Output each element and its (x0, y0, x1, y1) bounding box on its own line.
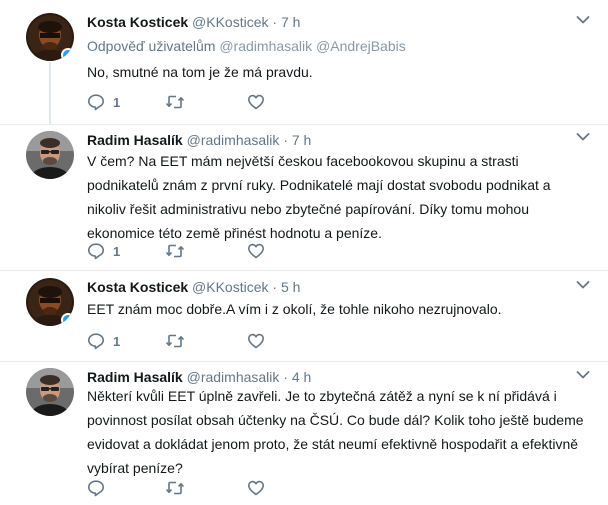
timestamp[interactable]: 5 h (281, 279, 300, 295)
like-button[interactable] (247, 331, 265, 351)
tweet[interactable]: Kosta Kosticek @KKosticek · 5 h EET znám… (0, 271, 608, 362)
reply-button[interactable] (87, 478, 113, 498)
replying-to-label: Odpověď uživatelům (87, 38, 216, 54)
heart-icon (248, 94, 264, 110)
timestamp[interactable]: 7 h (281, 14, 300, 30)
like-button[interactable] (247, 241, 265, 261)
retweet-icon (165, 95, 185, 109)
replying-to: Odpověď uživatelům @radimhasalik @Andrej… (87, 38, 406, 54)
heart-icon (248, 333, 264, 349)
tweet-text: EET znám moc dobře.A vím i z okolí, že t… (87, 301, 502, 317)
tweet-actions (87, 478, 287, 498)
reply-icon (88, 480, 104, 497)
chevron-down-icon[interactable] (576, 370, 590, 380)
retweet-icon (165, 481, 185, 495)
retweet-button[interactable] (165, 478, 185, 498)
reply-button[interactable]: 1 (87, 331, 120, 351)
reply-count: 1 (113, 333, 121, 349)
tweet-header: Radim Hasalík @radimhasalik · 7 h (87, 131, 311, 149)
tweet-actions: 1 (87, 331, 287, 351)
separator-dot: · (283, 132, 288, 148)
tweet[interactable]: Kosta Kosticek @KKosticek · 7 h Odpověď … (0, 0, 608, 124)
reply-icon (88, 333, 104, 350)
tweet-text: No, smutné na tom je že má pravdu. (87, 64, 313, 80)
retweet-icon (165, 334, 185, 348)
tweet-header: Kosta Kosticek @KKosticek · 7 h (87, 13, 300, 31)
tweet[interactable]: Radim Hasalík @radimhasalik · 4 h Někter… (0, 362, 608, 505)
display-name[interactable]: Kosta Kosticek (87, 279, 188, 295)
verified-badge-icon (61, 48, 74, 61)
reply-count: 1 (113, 94, 121, 110)
tweet-text: Některí kvůli EET úplně zavřeli. Je to z… (87, 388, 584, 476)
retweet-button[interactable] (165, 331, 185, 351)
radim-avatar-icon (26, 368, 74, 416)
heart-icon (248, 243, 264, 259)
reply-icon (88, 243, 104, 260)
retweet-icon (165, 244, 185, 258)
heart-icon (248, 480, 264, 496)
reply-button[interactable]: 1 (87, 92, 120, 112)
user-handle[interactable]: @KKosticek (192, 14, 268, 30)
radim-avatar-icon (26, 131, 74, 179)
timestamp[interactable]: 7 h (292, 132, 311, 148)
chevron-down-icon[interactable] (576, 15, 590, 25)
user-handle[interactable]: @radimhasalik (187, 132, 280, 148)
display-name[interactable]: Radim Hasalík (87, 369, 183, 385)
avatar[interactable] (26, 278, 74, 326)
reply-icon (88, 94, 104, 111)
chevron-down-icon[interactable] (576, 280, 590, 290)
separator-dot: · (283, 369, 288, 385)
reply-button[interactable]: 1 (87, 241, 120, 261)
separator-dot: · (272, 279, 278, 295)
reply-count: 1 (113, 243, 121, 259)
mention-links[interactable]: @radimhasalik @AndrejBabis (219, 38, 405, 54)
avatar[interactable] (26, 131, 74, 179)
tweet[interactable]: Radim Hasalík @radimhasalik · 7 h V čem?… (0, 124, 608, 271)
chevron-down-icon[interactable] (576, 132, 590, 142)
display-name[interactable]: Radim Hasalík (87, 132, 183, 148)
like-button[interactable] (247, 92, 265, 112)
tweet-actions: 1 (87, 92, 287, 112)
tweet-header: Kosta Kosticek @KKosticek · 5 h (87, 278, 300, 296)
tweet-actions: 1 (87, 241, 287, 261)
retweet-button[interactable] (165, 241, 185, 261)
avatar[interactable] (26, 13, 74, 61)
user-handle[interactable]: @radimhasalik (187, 369, 280, 385)
like-button[interactable] (247, 478, 265, 498)
separator-dot: · (272, 14, 278, 30)
retweet-button[interactable] (165, 92, 185, 112)
verified-badge-icon (61, 313, 74, 326)
user-handle[interactable]: @KKosticek (192, 279, 268, 295)
tweet-text: V čem? Na EET mám největší českou facebo… (87, 153, 551, 241)
avatar[interactable] (26, 368, 74, 416)
display-name[interactable]: Kosta Kosticek (87, 14, 188, 30)
timestamp[interactable]: 4 h (292, 369, 311, 385)
